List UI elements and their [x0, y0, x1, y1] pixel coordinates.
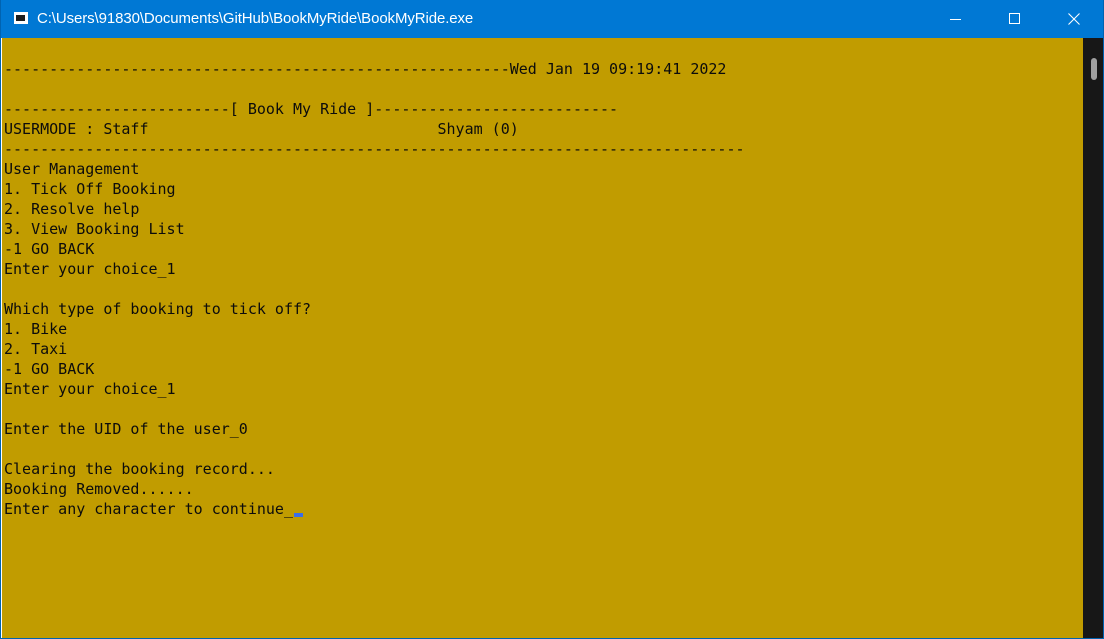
- close-button[interactable]: [1045, 0, 1103, 38]
- menu-option-go-back: -1 GO BACK: [4, 240, 95, 258]
- minimize-button[interactable]: [927, 0, 985, 38]
- booking-option-go-back: -1 GO BACK: [4, 360, 95, 378]
- console-app-icon[interactable]: [14, 12, 28, 24]
- title-bar[interactable]: C:\Users\91830\Documents\GitHub\BookMyRi…: [1, 0, 1103, 38]
- status-clearing: Clearing the booking record...: [4, 460, 275, 478]
- app-header-line: -------------------------[ Book My Ride …: [4, 100, 619, 118]
- choice-prompt: Enter your choice_1: [4, 260, 176, 278]
- maximize-button[interactable]: [985, 0, 1043, 38]
- scrollbar-thumb[interactable]: [1091, 58, 1097, 80]
- menu-option-view-booking-list: 3. View Booking List: [4, 220, 185, 238]
- window-title: C:\Users\91830\Documents\GitHub\BookMyRi…: [37, 10, 474, 27]
- menu-option-tick-off-booking: 1. Tick Off Booking: [4, 180, 176, 198]
- booking-option-taxi: 2. Taxi: [4, 340, 68, 358]
- booking-type-question: Which type of booking to tick off?: [4, 300, 312, 318]
- continue-prompt-line: Enter any character to continue_: [4, 499, 745, 519]
- close-icon: [1068, 13, 1080, 25]
- console-output[interactable]: ----------------------------------------…: [2, 38, 1083, 638]
- maximize-icon: [1009, 13, 1020, 24]
- menu-option-resolve-help: 2. Resolve help: [4, 200, 140, 218]
- console-text: ----------------------------------------…: [4, 39, 745, 519]
- uid-prompt: Enter the UID of the user_0: [4, 420, 248, 438]
- minimize-icon: [950, 19, 961, 20]
- status-removed: Booking Removed......: [4, 480, 194, 498]
- continue-prompt: Enter any character to continue_: [4, 500, 293, 518]
- booking-option-bike: 1. Bike: [4, 320, 68, 338]
- usermode-line: USERMODE : Staff Shyam (0): [4, 120, 519, 138]
- separator-line: ----------------------------------------…: [4, 140, 745, 158]
- date-separator-line: ----------------------------------------…: [4, 60, 727, 78]
- vertical-scrollbar[interactable]: [1083, 38, 1103, 638]
- text-cursor: [293, 513, 303, 517]
- console-window: C:\Users\91830\Documents\GitHub\BookMyRi…: [0, 0, 1104, 639]
- menu-title: User Management: [4, 160, 140, 178]
- choice-prompt: Enter your choice_1: [4, 380, 176, 398]
